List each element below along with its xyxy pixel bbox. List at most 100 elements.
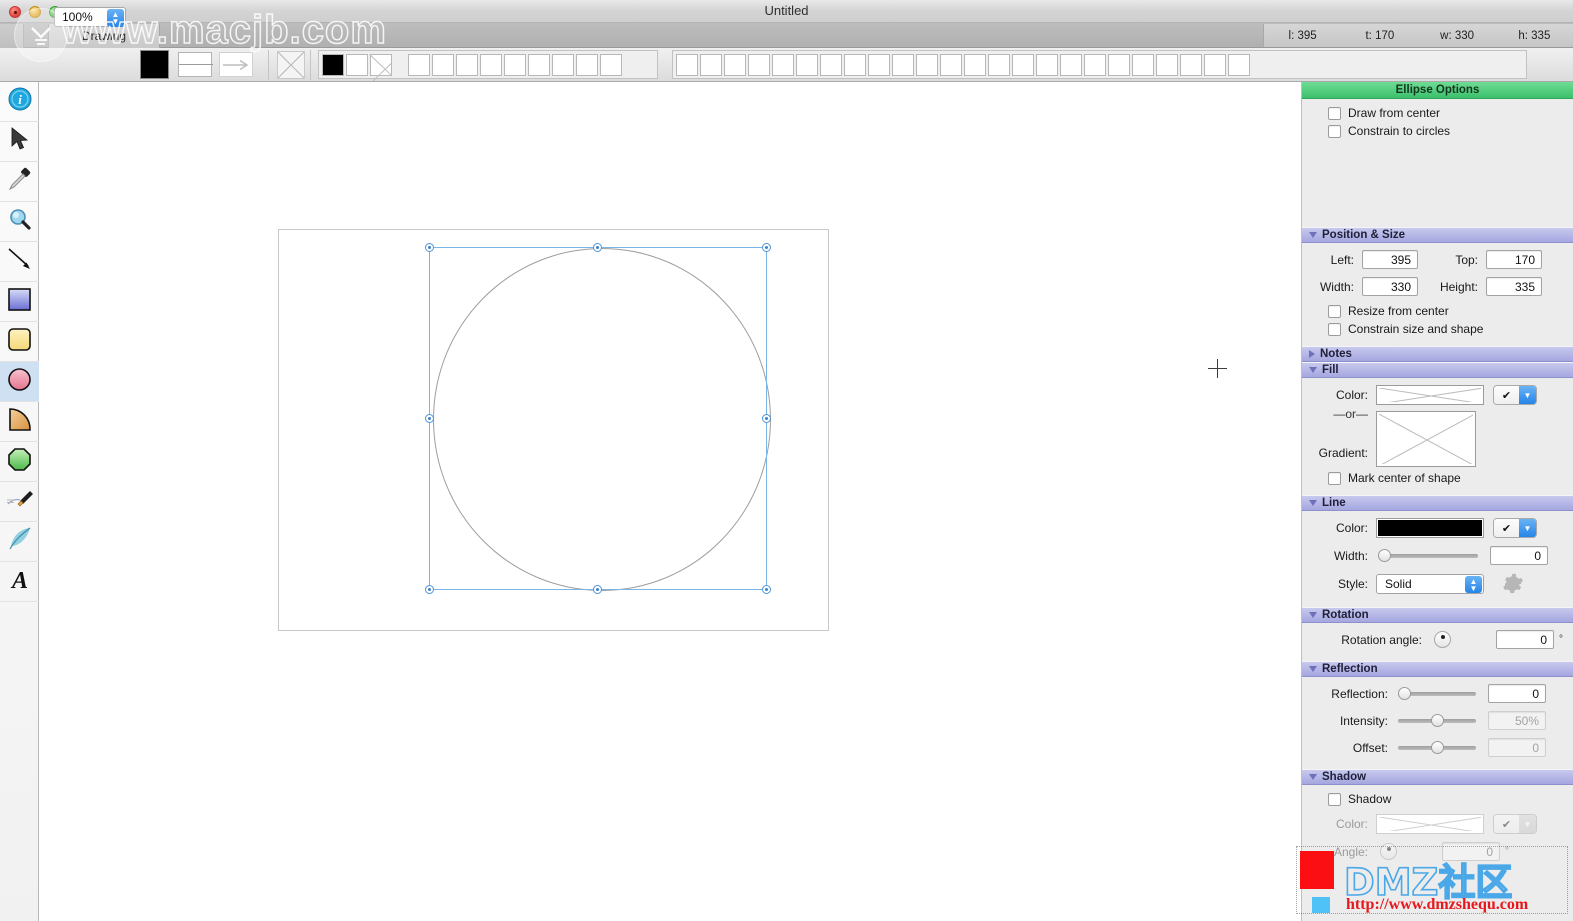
info-tool[interactable]: i <box>0 82 39 122</box>
chevron-down-icon[interactable]: ▼ <box>1519 386 1536 404</box>
field-top[interactable]: 170 <box>1486 250 1542 269</box>
color-palette-group-2[interactable] <box>672 50 1527 79</box>
palette-swatch-empty[interactable] <box>1204 53 1226 76</box>
palette-swatch-empty[interactable] <box>480 53 502 76</box>
palette-swatch-empty[interactable] <box>1012 53 1034 76</box>
palette-swatch-none[interactable] <box>370 53 392 76</box>
palette-swatch-empty[interactable] <box>868 53 890 76</box>
panel-header-line[interactable]: Line <box>1302 495 1573 511</box>
selection-tool[interactable] <box>0 122 39 162</box>
palette-swatch-empty[interactable] <box>600 53 622 76</box>
palette-swatch-empty[interactable] <box>1108 53 1130 76</box>
field-reflection[interactable]: 0 <box>1488 684 1546 703</box>
rotation-dial[interactable] <box>1434 631 1451 648</box>
arrow-style-swatch[interactable] <box>219 52 253 77</box>
polygon-tool[interactable] <box>0 442 39 482</box>
shadow-color-well[interactable] <box>1376 814 1484 834</box>
field-line-width[interactable]: 0 <box>1490 546 1548 565</box>
line-width-slider[interactable] <box>1378 549 1478 563</box>
shadow-color-apply-button[interactable]: ✔ ▼ <box>1493 814 1537 834</box>
text-tool[interactable]: A <box>0 562 39 602</box>
handle-bottom-right[interactable] <box>762 585 771 594</box>
checkbox-row-shadow[interactable]: Shadow <box>1328 792 1573 806</box>
slider-knob[interactable] <box>1431 714 1444 727</box>
checkbox-shadow[interactable] <box>1328 792 1341 806</box>
slider-knob[interactable] <box>1398 687 1411 700</box>
checkbox-resize-from-center[interactable] <box>1328 304 1341 318</box>
checkmark-icon[interactable]: ✔ <box>1494 519 1519 537</box>
line-style-swatch[interactable] <box>178 52 213 77</box>
palette-swatch-empty[interactable] <box>552 53 574 76</box>
checkbox-row-resize-from-center[interactable]: Resize from center <box>1328 304 1573 318</box>
palette-swatch-empty[interactable] <box>844 53 866 76</box>
slider-knob[interactable] <box>1378 549 1391 562</box>
color-palette-group-1[interactable] <box>318 50 658 79</box>
palette-swatch-empty[interactable] <box>916 53 938 76</box>
pen-tool[interactable] <box>0 482 39 522</box>
shadow-angle-dial[interactable] <box>1380 843 1397 860</box>
handle-bottom-center[interactable] <box>593 585 602 594</box>
checkbox-row-constrain-size-shape[interactable]: Constrain size and shape <box>1328 322 1573 336</box>
field-rotation-angle[interactable]: 0 <box>1496 630 1554 649</box>
fill-color-swatch[interactable] <box>140 50 169 79</box>
checkbox-mark-center-of-shape[interactable] <box>1328 471 1341 485</box>
palette-swatch-empty[interactable] <box>1084 53 1106 76</box>
checkbox-constrain-to-circles[interactable] <box>1328 124 1341 138</box>
field-offset[interactable]: 0 <box>1488 738 1546 757</box>
handle-bottom-left[interactable] <box>425 585 434 594</box>
fill-color-apply-button[interactable]: ✔ ▼ <box>1493 385 1537 405</box>
reflection-slider[interactable] <box>1398 687 1476 701</box>
panel-header-shadow[interactable]: Shadow <box>1302 769 1573 785</box>
panel-header-position-size[interactable]: Position & Size <box>1302 227 1573 243</box>
handle-top-right[interactable] <box>762 243 771 252</box>
slider-knob[interactable] <box>1431 741 1444 754</box>
checkbox-row-constrain-to-circles[interactable]: Constrain to circles <box>1328 124 1573 138</box>
zoom-level-combo[interactable]: 100% ▲ ▼ <box>54 7 126 27</box>
ellipse-tool[interactable] <box>0 362 39 402</box>
line-tool[interactable] <box>0 242 39 282</box>
palette-swatch-empty[interactable] <box>408 53 430 76</box>
handle-middle-left[interactable] <box>425 414 434 423</box>
field-left[interactable]: 395 <box>1362 250 1418 269</box>
fill-color-well[interactable] <box>1376 385 1484 405</box>
canvas-area[interactable] <box>39 82 1301 921</box>
checkbox-constrain-size-and-shape[interactable] <box>1328 322 1341 336</box>
palette-swatch-empty[interactable] <box>1228 53 1250 76</box>
eyedropper-tool[interactable] <box>0 162 39 202</box>
line-style-popup[interactable]: Solid ▲ ▼ <box>1376 574 1484 594</box>
rounded-rectangle-tool[interactable] <box>0 322 39 362</box>
palette-swatch-empty[interactable] <box>432 53 454 76</box>
palette-swatch-empty[interactable] <box>892 53 914 76</box>
document-tab-drawing[interactable]: Drawing <box>48 24 160 48</box>
handle-top-left[interactable] <box>425 243 434 252</box>
offset-slider[interactable] <box>1398 741 1476 755</box>
zoom-tool[interactable] <box>0 202 39 242</box>
field-shadow-angle[interactable]: 0 <box>1442 842 1500 861</box>
panel-header-rotation[interactable]: Rotation <box>1302 607 1573 623</box>
palette-swatch-empty[interactable] <box>796 53 818 76</box>
line-color-apply-button[interactable]: ✔ ▼ <box>1493 518 1537 538</box>
tool-palette[interactable]: iA <box>0 82 39 921</box>
palette-swatch-empty[interactable] <box>1156 53 1178 76</box>
palette-swatch-empty[interactable] <box>940 53 962 76</box>
rectangle-tool[interactable] <box>0 282 39 322</box>
palette-swatch-empty[interactable] <box>772 53 794 76</box>
checkbox-row-mark-center[interactable]: Mark center of shape <box>1328 471 1573 485</box>
panel-header-notes[interactable]: Notes <box>1302 346 1573 362</box>
palette-swatch-empty[interactable] <box>700 53 722 76</box>
line-color-well[interactable] <box>1376 518 1484 538</box>
fill-gradient-well[interactable] <box>1376 411 1476 467</box>
panel-header-fill[interactable]: Fill <box>1302 362 1573 378</box>
tab-overflow-stub[interactable] <box>0 24 24 48</box>
handle-middle-right[interactable] <box>762 414 771 423</box>
checkbox-draw-from-center[interactable] <box>1328 106 1341 120</box>
chevron-down-icon[interactable]: ▼ <box>1519 519 1536 537</box>
field-height[interactable]: 335 <box>1486 277 1542 296</box>
checkbox-row-draw-from-center[interactable]: Draw from center <box>1328 106 1573 120</box>
palette-swatch-empty[interactable] <box>820 53 842 76</box>
palette-swatch-empty[interactable] <box>964 53 986 76</box>
palette-swatch-empty[interactable] <box>676 53 698 76</box>
palette-swatch-empty[interactable] <box>1132 53 1154 76</box>
palette-swatch-white[interactable] <box>346 53 368 76</box>
gear-icon[interactable] <box>1502 573 1524 595</box>
